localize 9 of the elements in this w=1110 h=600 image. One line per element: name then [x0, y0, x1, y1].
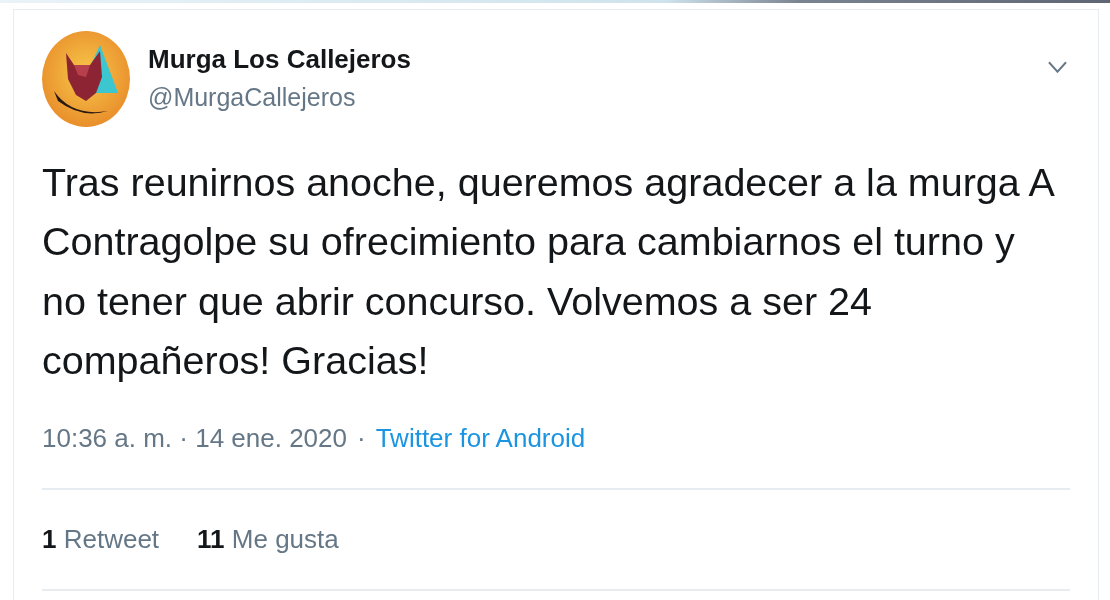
chevron-down-icon[interactable]	[1048, 61, 1067, 73]
stat-link[interactable]: 11 Me gusta	[197, 524, 339, 555]
author-handle[interactable]: @MurgaCallejeros	[148, 80, 356, 114]
stat-link[interactable]: 1 Retweet	[42, 524, 160, 555]
timestamp: 10:36 a. m. · 14 ene. 2020	[42, 423, 347, 454]
tweet-text: Tras reunirnos anoche, queremos agradecer a la murga A Contragolpe su ofrecimiento para cambiarnos el turno y no tener que abrir concurso. Volvemos a ser 24 compañeros! Gracias!	[42, 159, 1055, 384]
author-name[interactable]: Murga Los Callejeros	[148, 42, 411, 76]
cat-logo-avatar[interactable]	[42, 31, 130, 127]
separator-dot: ·	[357, 423, 366, 454]
